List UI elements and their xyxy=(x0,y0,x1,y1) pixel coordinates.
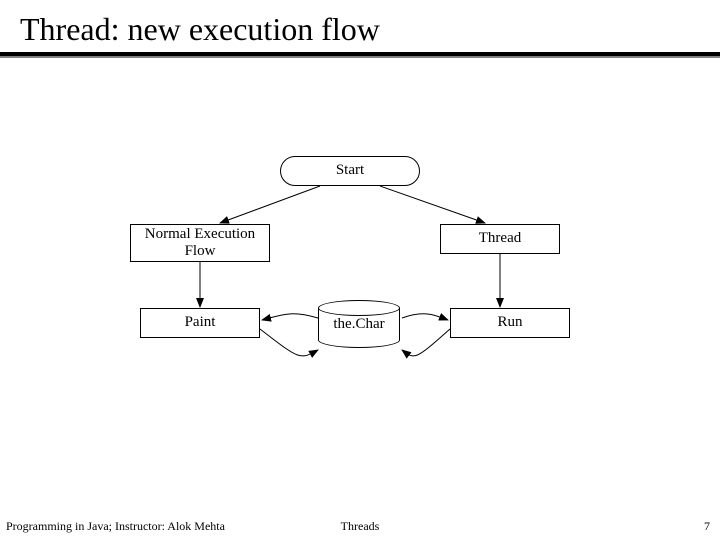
arrows-layer xyxy=(0,60,720,500)
node-normal-flow: Normal Execution Flow xyxy=(130,224,270,262)
footer-page-number: 7 xyxy=(704,519,710,534)
cylinder-top-ellipse xyxy=(318,300,400,316)
title-underline xyxy=(0,52,720,56)
node-thread: Thread xyxy=(440,224,560,254)
node-run: Run xyxy=(450,308,570,338)
node-thechar-label: the.Char xyxy=(318,316,400,333)
slide-title: Thread: new execution flow xyxy=(0,0,720,52)
node-paint: Paint xyxy=(140,308,260,338)
diagram-canvas: Start Normal Execution Flow Thread Paint… xyxy=(0,60,720,500)
node-thechar: the.Char xyxy=(318,300,400,348)
node-start: Start xyxy=(280,156,420,186)
footer-topic: Threads xyxy=(0,519,720,534)
